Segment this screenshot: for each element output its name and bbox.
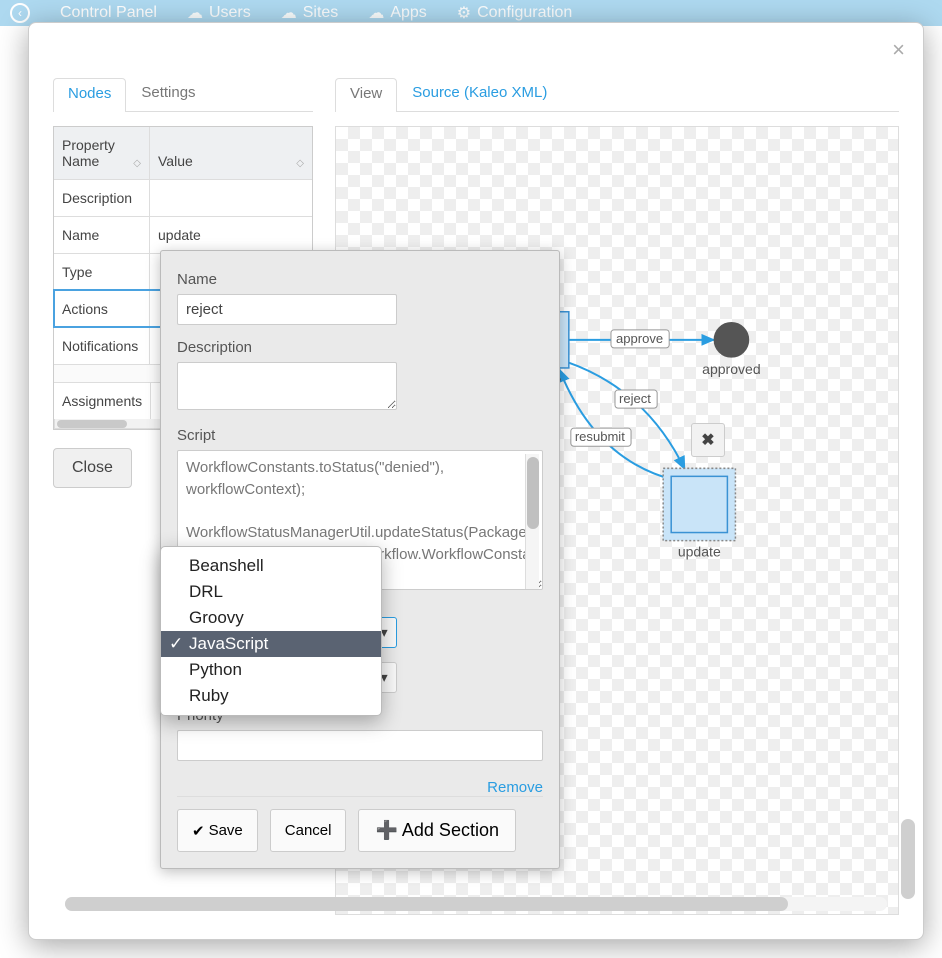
modal-vertical-scrollbar[interactable] [901, 77, 915, 899]
lang-option-drl[interactable]: DRL [161, 579, 381, 605]
script-scrollbar[interactable] [525, 454, 539, 589]
remove-link[interactable]: Remove [487, 779, 543, 796]
nav-configuration[interactable]: ⚙Configuration [457, 3, 573, 23]
close-button[interactable]: Close [53, 448, 132, 488]
property-row[interactable]: Nameupdate [54, 216, 312, 253]
lang-option-python[interactable]: Python [161, 657, 381, 683]
lang-option-beanshell[interactable]: Beanshell [161, 553, 381, 579]
left-tabs: Nodes Settings [53, 77, 313, 112]
app-title: Control Panel [60, 4, 157, 22]
cancel-button[interactable]: Cancel [270, 809, 347, 852]
sort-icon[interactable]: ◇ [133, 158, 141, 169]
svg-text:update: update [678, 544, 721, 560]
property-header-value[interactable]: Value [158, 153, 193, 169]
script-label: Script [177, 427, 543, 444]
lang-option-ruby[interactable]: Ruby [161, 683, 381, 709]
svg-text:reject: reject [619, 391, 651, 406]
description-label: Description [177, 339, 543, 356]
script-language-menu: Beanshell DRL Groovy JavaScript Python R… [160, 546, 382, 716]
nav-sites[interactable]: ☁Sites [281, 3, 339, 23]
nav-users[interactable]: ☁Users [187, 3, 251, 23]
priority-input[interactable] [177, 730, 543, 761]
back-icon[interactable]: ‹ [10, 3, 30, 23]
description-input[interactable] [177, 362, 397, 410]
lang-option-javascript[interactable]: JavaScript [161, 631, 381, 657]
right-tabs: View Source (Kaleo XML) [335, 77, 899, 112]
modal-horizontal-scrollbar[interactable] [65, 897, 887, 911]
lang-option-groovy[interactable]: Groovy [161, 605, 381, 631]
check-icon: ✔ [192, 822, 205, 840]
property-row[interactable]: Description [54, 179, 312, 216]
tab-source[interactable]: Source (Kaleo XML) [397, 77, 562, 111]
name-label: Name [177, 271, 543, 288]
save-button[interactable]: ✔Save [177, 809, 258, 852]
tab-settings[interactable]: Settings [126, 77, 210, 111]
svg-text:approved: approved [702, 361, 761, 377]
tab-view[interactable]: View [335, 78, 397, 112]
svg-text:resubmit: resubmit [575, 429, 625, 444]
add-section-button[interactable]: ➕Add Section [358, 809, 516, 852]
name-input[interactable] [177, 294, 397, 325]
svg-text:approve: approve [616, 331, 663, 346]
delete-node-button[interactable]: ✖ [691, 423, 725, 457]
close-icon[interactable]: × [892, 37, 905, 63]
sort-icon[interactable]: ◇ [296, 158, 304, 169]
plus-icon: ➕ [375, 820, 397, 841]
nav-apps[interactable]: ☁Apps [368, 3, 426, 23]
tab-nodes[interactable]: Nodes [53, 78, 126, 112]
property-header-name[interactable]: Property Name [62, 137, 133, 169]
